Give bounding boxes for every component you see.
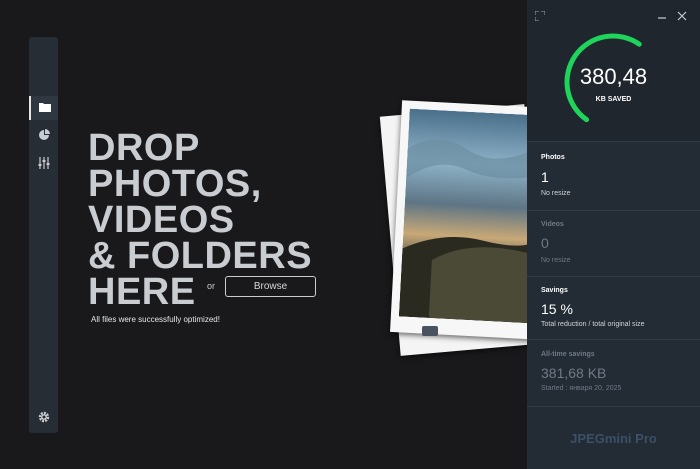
photos-sub: No resize: [541, 190, 571, 197]
drop-line: DROP: [88, 127, 200, 169]
sliders-icon: [38, 156, 50, 174]
sidebar: [29, 37, 58, 433]
sidebar-item-folder[interactable]: [29, 96, 58, 120]
expand-icon[interactable]: [534, 8, 546, 26]
settings-button[interactable]: [29, 407, 58, 431]
minimize-icon[interactable]: [657, 8, 667, 26]
drop-line: & FOLDERS: [88, 235, 313, 277]
photo-thumbnail: [398, 108, 544, 324]
savings-sub: Total reduction / total original size: [541, 321, 645, 328]
or-label: or: [207, 281, 216, 291]
gauge-value: 380,48: [579, 64, 648, 89]
drop-line: PHOTOS,: [88, 163, 262, 205]
videos-sub: No resize: [541, 257, 571, 264]
savings-value: 15 %: [541, 301, 573, 317]
gauge-label: KB SAVED: [595, 96, 632, 103]
photos-section: Photos 1 No resize: [527, 142, 700, 211]
videos-title: Videos: [541, 221, 564, 228]
alltime-section: All-time savings 381,68 KB Started : янв…: [527, 340, 700, 407]
drop-line: VIDEOS: [88, 199, 235, 241]
videos-section: Videos 0 No resize: [527, 211, 700, 277]
close-icon[interactable]: [677, 8, 687, 26]
brand-logo: JPEGmini Pro: [570, 431, 657, 446]
videos-count: 0: [541, 235, 549, 251]
savings-section: Savings 15 % Total reduction / total ori…: [527, 277, 700, 340]
results-panel: 380,48 KB SAVED Photos 1 No resize Video…: [527, 0, 700, 469]
sidebar-item-settings-sliders[interactable]: [29, 153, 58, 177]
gear-icon: [38, 410, 50, 428]
folder-icon: [38, 99, 51, 117]
photo-settings-badge[interactable]: [422, 326, 438, 336]
alltime-title: All-time savings: [541, 351, 595, 358]
photos-title: Photos: [541, 154, 565, 161]
browse-button[interactable]: Browse: [225, 276, 316, 297]
photos-count: 1: [541, 169, 549, 185]
sidebar-item-stats[interactable]: [29, 125, 58, 149]
savings-gauge: 380,48 KB SAVED: [527, 0, 700, 142]
drop-area[interactable]: DROP PHOTOS, VIDEOS & FOLDERS HERE or Br…: [0, 0, 552, 469]
alltime-sub: Started : января 20, 2025: [541, 385, 622, 392]
status-message: All files were successfully optimized!: [91, 315, 220, 324]
savings-title: Savings: [541, 287, 568, 294]
alltime-value: 381,68 KB: [541, 365, 607, 381]
pie-chart-icon: [38, 128, 50, 146]
